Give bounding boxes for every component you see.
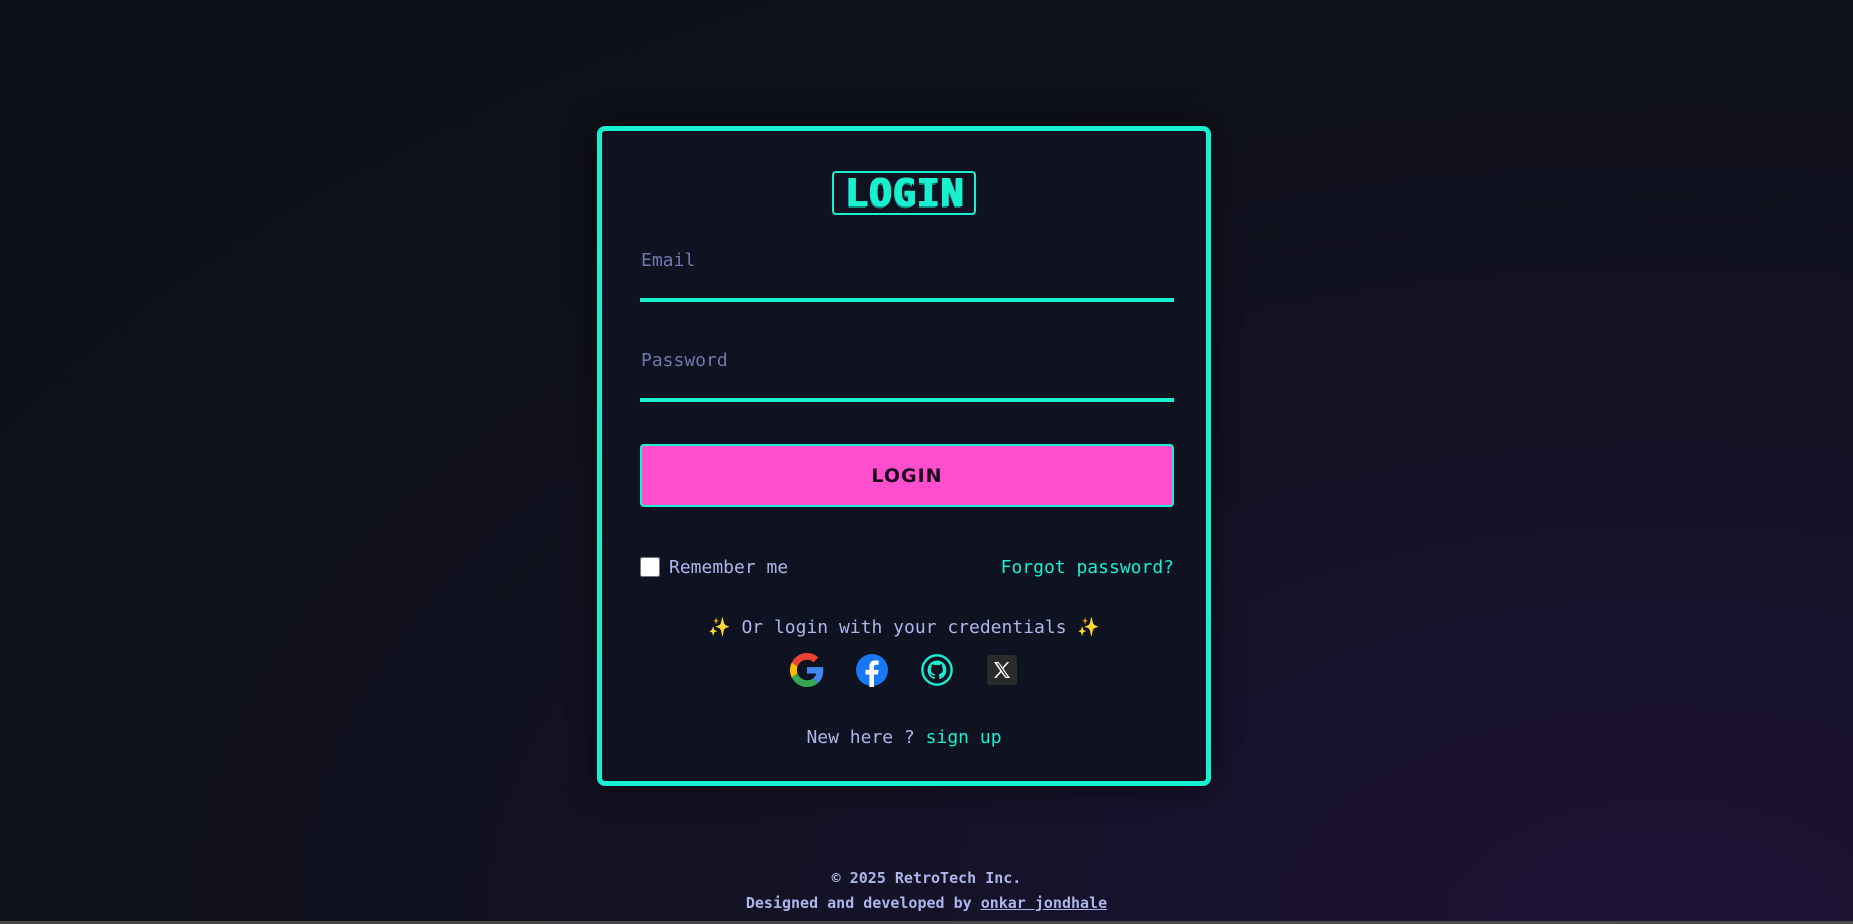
login-button[interactable]: LOGIN — [640, 444, 1174, 507]
new-here-label: New here ? — [806, 727, 915, 748]
options-row: Remember me Forgot password? — [640, 555, 1174, 579]
remember-me-checkbox[interactable] — [640, 557, 660, 577]
facebook-icon[interactable] — [855, 653, 889, 687]
remember-me-label: Remember me — [669, 556, 789, 578]
or-login-label: Or login with your credentials — [741, 617, 1067, 638]
designed-by-label: Designed and developed by — [745, 894, 972, 912]
x-icon[interactable] — [985, 653, 1019, 687]
sparkle-icon: ✨ — [1077, 617, 1100, 638]
or-login-text: ✨ Or login with your credentials ✨ — [602, 617, 1206, 638]
signup-text: New here ? sign up — [602, 727, 1206, 748]
login-title: LOGIN — [832, 171, 976, 215]
remember-me[interactable]: Remember me — [640, 557, 788, 578]
author-link[interactable]: onkar jondhale — [981, 894, 1107, 912]
footer: © 2025 RetroTech Inc. Designed and devel… — [0, 866, 1853, 916]
login-card: LOGIN LOGIN Remember me Forgot password?… — [597, 126, 1211, 786]
sparkle-icon: ✨ — [708, 617, 731, 638]
copyright: © 2025 RetroTech Inc. — [831, 869, 1022, 887]
password-field[interactable] — [640, 342, 1174, 402]
email-field[interactable] — [640, 242, 1174, 302]
credits: Designed and developed by onkar jondhale — [0, 891, 1853, 916]
github-icon[interactable] — [920, 653, 954, 687]
sign-up-link[interactable]: sign up — [926, 727, 1002, 748]
google-icon[interactable] — [789, 653, 824, 687]
forgot-password-link[interactable]: Forgot password? — [1001, 557, 1174, 578]
social-login — [602, 653, 1206, 687]
